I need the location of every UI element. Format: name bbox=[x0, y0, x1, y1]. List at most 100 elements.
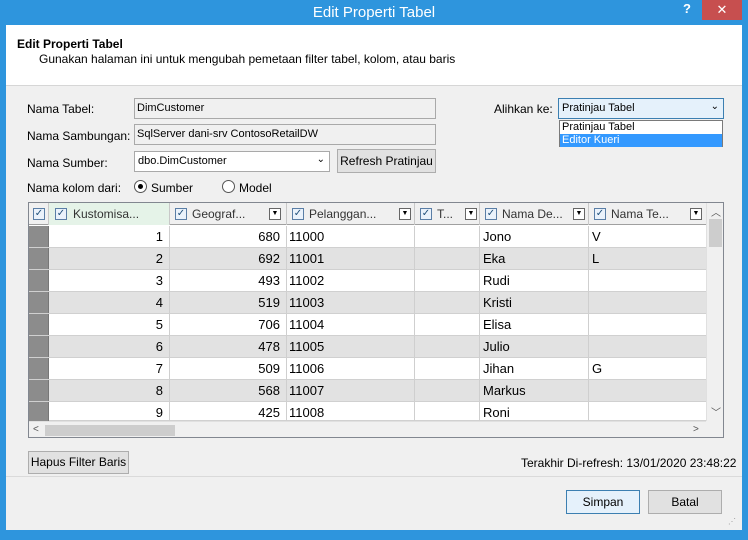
vertical-scroll-thumb[interactable] bbox=[709, 219, 722, 247]
option-table-preview[interactable]: Pratinjau Tabel bbox=[560, 121, 722, 134]
cell-customer-key: 1 bbox=[49, 226, 170, 247]
scrollbar-corner bbox=[706, 421, 723, 437]
cell-customer-key: 8 bbox=[49, 380, 170, 401]
filter-dropdown-icon[interactable]: ▼ bbox=[465, 208, 477, 220]
last-refreshed-text: Terakhir Di-refresh: 13/01/2020 23:48:22 bbox=[521, 456, 737, 470]
column-header-6[interactable]: ✓ Nama Te... ▼ bbox=[589, 203, 706, 225]
row-header[interactable] bbox=[29, 226, 49, 247]
chevron-down-icon: ⌄ bbox=[316, 154, 325, 165]
horizontal-scroll-thumb[interactable] bbox=[45, 425, 175, 436]
cell-first-name: Eka bbox=[480, 248, 589, 269]
cell-customer-id: 11007 bbox=[287, 380, 415, 401]
column-header-label: Pelanggan... bbox=[309, 207, 377, 221]
table-row[interactable]: 5 706 11004 Elisa bbox=[29, 314, 706, 336]
window-title: Edit Properti Tabel bbox=[312, 4, 436, 21]
option-query-editor[interactable]: Editor Kueri bbox=[560, 134, 722, 147]
row-header[interactable] bbox=[29, 248, 49, 269]
table-name-label: Nama Tabel: bbox=[27, 102, 95, 116]
table-row[interactable]: 4 519 11003 Kristi bbox=[29, 292, 706, 314]
column-header-2[interactable]: ✓ Geograf... ▼ bbox=[170, 203, 287, 225]
table-row[interactable]: 7 509 11006 Jihan G bbox=[29, 358, 706, 380]
filter-dropdown-icon[interactable]: ▼ bbox=[399, 208, 411, 220]
checkbox-checked-icon[interactable]: ✓ bbox=[33, 208, 45, 220]
checkbox-checked-icon[interactable]: ✓ bbox=[175, 208, 187, 220]
column-header-label: Nama Te... bbox=[611, 207, 669, 221]
cell-title bbox=[415, 336, 480, 357]
cell-middle-name bbox=[589, 314, 706, 335]
checkbox-checked-icon[interactable]: ✓ bbox=[55, 208, 67, 220]
column-header-1[interactable]: ✓ Kustomisa... ▼ bbox=[49, 203, 170, 225]
horizontal-scrollbar[interactable]: < > bbox=[29, 421, 706, 437]
filter-dropdown-icon[interactable]: ▼ bbox=[690, 208, 702, 220]
cell-geography-key: 706 bbox=[170, 314, 287, 335]
column-header-label: Geograf... bbox=[192, 207, 246, 221]
save-button[interactable]: Simpan bbox=[566, 490, 640, 514]
checkbox-checked-icon[interactable]: ✓ bbox=[292, 208, 304, 220]
scroll-up-icon[interactable]: ︿ bbox=[711, 204, 721, 219]
switch-to-select[interactable]: Pratinjau Tabel ⌄ bbox=[558, 98, 724, 119]
scroll-right-icon[interactable]: > bbox=[693, 424, 699, 435]
checkbox-checked-icon[interactable]: ✓ bbox=[420, 208, 432, 220]
cell-title bbox=[415, 380, 480, 401]
table-row[interactable]: 9 425 11008 Roni bbox=[29, 402, 706, 423]
scroll-left-icon[interactable]: < bbox=[33, 424, 39, 435]
cell-customer-id: 11005 bbox=[287, 336, 415, 357]
row-header[interactable] bbox=[29, 402, 49, 423]
source-name-label: Nama Sumber: bbox=[27, 156, 108, 170]
row-header[interactable] bbox=[29, 380, 49, 401]
header-title: Edit Properti Tabel bbox=[17, 37, 123, 51]
table-row[interactable]: 6 478 11005 Julio bbox=[29, 336, 706, 358]
cell-first-name: Julio bbox=[480, 336, 589, 357]
resize-grip-icon[interactable]: ⋰ bbox=[728, 517, 738, 527]
table-row[interactable]: 1 680 11000 Jono V bbox=[29, 226, 706, 248]
row-header[interactable] bbox=[29, 270, 49, 291]
cell-first-name: Rudi bbox=[480, 270, 589, 291]
cell-middle-name bbox=[589, 380, 706, 401]
cell-customer-id: 11001 bbox=[287, 248, 415, 269]
cell-first-name: Jono bbox=[480, 226, 589, 247]
cell-middle-name: L bbox=[592, 251, 600, 266]
table-row[interactable]: 2 692 11001 Eka L bbox=[29, 248, 706, 270]
cell-middle-name bbox=[589, 402, 706, 423]
column-header-label: Nama De... bbox=[502, 207, 563, 221]
clear-row-filters-button[interactable]: Hapus Filter Baris bbox=[28, 451, 129, 474]
checkbox-checked-icon[interactable]: ✓ bbox=[485, 208, 497, 220]
cell-first-name: Elisa bbox=[480, 314, 589, 335]
radio-model[interactable] bbox=[222, 180, 235, 193]
column-header-4[interactable]: ✓ T... ▼ bbox=[415, 203, 480, 225]
cell-title bbox=[415, 314, 480, 335]
column-header-3[interactable]: ✓ Pelanggan... ▼ bbox=[287, 203, 415, 225]
close-icon[interactable]: ✕ bbox=[717, 2, 728, 17]
switch-to-value: Pratinjau Tabel bbox=[562, 102, 635, 114]
column-header-label: Kustomisa... bbox=[73, 207, 140, 221]
row-header[interactable] bbox=[29, 314, 49, 335]
filter-dropdown-icon[interactable]: ▼ bbox=[269, 208, 281, 220]
row-header[interactable] bbox=[29, 292, 49, 313]
cell-title bbox=[415, 358, 480, 379]
cell-customer-key: 3 bbox=[49, 270, 170, 291]
checkbox-checked-icon[interactable]: ✓ bbox=[594, 208, 606, 220]
cell-first-name: Markus bbox=[480, 380, 589, 401]
cancel-button[interactable]: Batal bbox=[648, 490, 722, 514]
table-row[interactable]: 8 568 11007 Markus bbox=[29, 380, 706, 402]
select-all-header[interactable]: ✓ bbox=[29, 203, 49, 225]
grid-header: ✓ ✓ Kustomisa... ▼ ✓ Geograf... ▼ ✓ Pela… bbox=[29, 203, 706, 225]
cell-geography-key: 692 bbox=[170, 248, 287, 269]
radio-source[interactable] bbox=[134, 180, 147, 193]
close-button[interactable]: ✕ bbox=[702, 0, 742, 20]
source-name-select[interactable]: dbo.DimCustomer ⌄ bbox=[134, 151, 330, 172]
radio-model-label[interactable]: Model bbox=[239, 181, 272, 195]
vertical-scrollbar[interactable]: ︿ ﹀ bbox=[706, 203, 723, 421]
cell-geography-key: 425 bbox=[170, 402, 287, 423]
help-button[interactable]: ? bbox=[676, 0, 698, 20]
scroll-down-icon[interactable]: ﹀ bbox=[711, 404, 721, 419]
radio-source-label[interactable]: Sumber bbox=[151, 181, 193, 195]
table-row[interactable]: 3 493 11002 Rudi bbox=[29, 270, 706, 292]
refresh-preview-button[interactable]: Refresh Pratinjau bbox=[337, 149, 436, 173]
column-header-5[interactable]: ✓ Nama De... ▼ bbox=[480, 203, 589, 225]
filter-dropdown-icon[interactable]: ▼ bbox=[573, 208, 585, 220]
cell-middle-name: V bbox=[592, 229, 601, 244]
row-header[interactable] bbox=[29, 336, 49, 357]
switch-to-dropdown: Pratinjau Tabel Editor Kueri bbox=[559, 120, 723, 147]
row-header[interactable] bbox=[29, 358, 49, 379]
